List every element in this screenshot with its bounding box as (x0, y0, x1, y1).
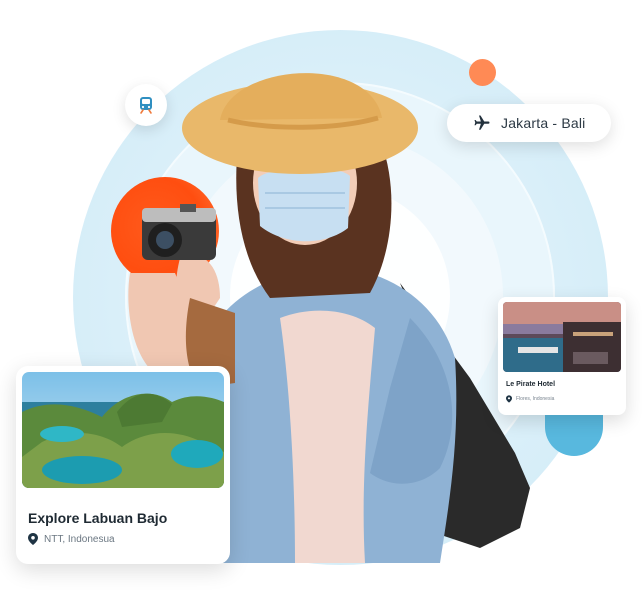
hotel-card[interactable]: Le Pirate Hotel Flores, Indonesia (498, 297, 626, 415)
airplane-icon (474, 115, 490, 130)
route-pill[interactable]: Jakarta - Bali (447, 104, 611, 142)
hotel-location: Flores, Indonesia (506, 395, 554, 403)
location-pin-icon (28, 533, 38, 545)
hotel-title: Le Pirate Hotel (506, 381, 556, 388)
train-icon (140, 97, 152, 114)
destination-title: Explore Labuan Bajo (28, 510, 168, 526)
destination-image (22, 372, 224, 488)
route-label: Jakarta - Bali (501, 115, 586, 131)
destination-location-text: NTT, Indonesua (44, 533, 115, 545)
hotel-image (503, 302, 621, 372)
destination-location: NTT, Indonesua (28, 533, 115, 545)
train-bubble[interactable] (125, 84, 167, 126)
hero-illustration: Jakarta - Bali Explore Labuan Bajo NTT, … (0, 0, 642, 595)
destination-card[interactable]: Explore Labuan Bajo NTT, Indonesua (16, 366, 230, 564)
face-mask (258, 167, 350, 242)
hotel-location-text: Flores, Indonesia (516, 396, 555, 402)
location-pin-icon (506, 395, 512, 403)
